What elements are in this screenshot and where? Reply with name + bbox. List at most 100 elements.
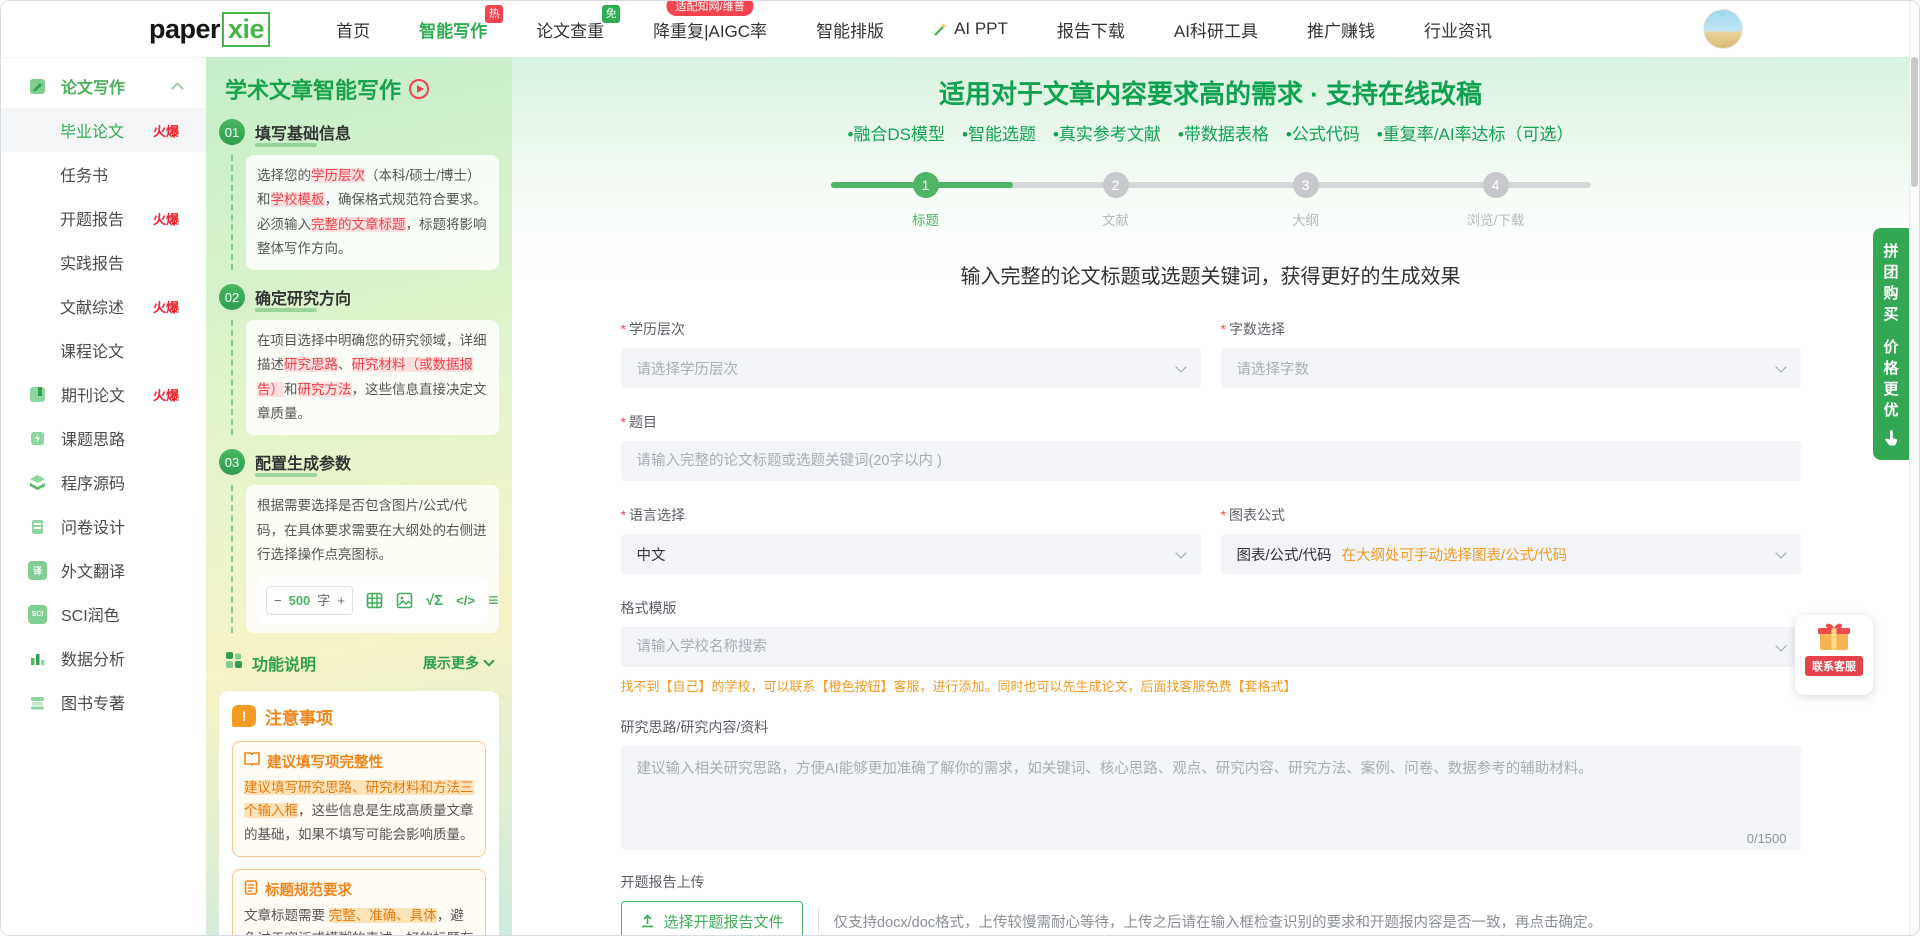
- journal-icon: [28, 385, 47, 404]
- hot-label: 火爆: [153, 123, 180, 139]
- nav-item-report-download[interactable]: 报告下载: [1057, 17, 1125, 42]
- chart-formula-label: * 图表公式: [1220, 507, 1285, 523]
- feature-bullets: •融合DS模型 •智能选题 •真实参考文献 •带数据表格 •公式代码 •重复率/…: [847, 125, 1574, 144]
- guide-step-3: 03 配置生成参数 根据需要选择是否包含图片/公式/代码，在具体要求需要在大纲处…: [219, 449, 499, 633]
- guide-panel: 学术文章智能写作 01 填写基础信息 选择您的学历层次（本科/硕士/博士）和学校…: [206, 57, 512, 935]
- notice-title: 注意事项: [265, 708, 333, 728]
- features-row: 功能说明 展示更多: [225, 651, 495, 675]
- upload-icon: [640, 913, 655, 929]
- logo-text-green: xie: [222, 11, 271, 47]
- progress-step-title[interactable]: 1 标题: [831, 172, 1021, 229]
- form-subtitle: 输入完整的论文标题或选题关键词，获得更好的生成效果: [960, 266, 1461, 288]
- research-label: 研究思路/研究内容/资料: [620, 719, 769, 735]
- upload-label: 开题报告上传: [620, 874, 705, 890]
- nav-item-ai-ppt[interactable]: AI PPT: [933, 17, 1008, 42]
- nav-item-plagiarism-check[interactable]: 论文查重 免: [536, 4, 621, 42]
- sidebar-item-course-paper[interactable]: 课程论文: [1, 328, 206, 372]
- layers-icon: [28, 473, 47, 492]
- sidebar-item-foreign-translation[interactable]: 译 外文翻译: [1, 548, 206, 592]
- word-count-stepper[interactable]: − 500 字 +: [266, 585, 353, 616]
- sidebar-item-proposal-report[interactable]: 开题报告 火爆: [1, 196, 206, 240]
- template-hint: 找不到【自己】的学校，可以联系【橙色按钮】客服，进行添加。同时也可以先生成论文，…: [620, 679, 1297, 694]
- language-select[interactable]: 中文: [620, 534, 1201, 574]
- notice-item-title-rules: 标题规范要求 文章标题需要 完整、准确、具体，避免过于宽泛或模糊的表述，好的标题…: [232, 868, 486, 935]
- sidebar-item-questionnaire[interactable]: 问卷设计: [1, 504, 206, 548]
- sidebar-item-sci-polish[interactable]: SCI SCI润色: [1, 592, 206, 636]
- sidebar-item-book-monograph[interactable]: 图书专著: [1, 680, 206, 724]
- book-icon: [244, 752, 260, 770]
- sidebar-item-source-code[interactable]: 程序源码: [1, 460, 206, 504]
- school-search-input[interactable]: [620, 627, 1801, 667]
- hot-label: 火爆: [153, 211, 180, 227]
- chevron-down-icon: [1774, 547, 1787, 559]
- logo[interactable]: paper xie: [149, 11, 271, 47]
- sidebar-item-journal-paper[interactable]: 期刊论文 火爆: [1, 372, 206, 416]
- nav-item-reduce-aigc[interactable]: 降重复|AIGC率 适配知网/维普: [653, 1, 767, 42]
- progress-step-literature[interactable]: 2 文献: [1021, 172, 1211, 229]
- file-icon: [244, 879, 258, 899]
- align-lines-icon[interactable]: ≡: [488, 584, 499, 616]
- step-number: 02: [219, 284, 245, 311]
- image-icon[interactable]: [396, 592, 413, 609]
- sidebar-item-literature-review[interactable]: 文献综述 火爆: [1, 284, 206, 328]
- hot-label: 火爆: [153, 387, 180, 403]
- table-icon[interactable]: [366, 592, 383, 609]
- nav-item-home[interactable]: 首页: [336, 17, 370, 42]
- nav-item-smart-writing[interactable]: 智能写作 热: [419, 4, 504, 42]
- formula-icon[interactable]: √Σ: [426, 587, 443, 614]
- chevron-down-icon: [1174, 547, 1187, 559]
- chevron-down-icon: [1174, 361, 1187, 373]
- play-video-icon[interactable]: [409, 79, 430, 99]
- group-buy-float-button[interactable]: 拼团购买 价格更优: [1873, 228, 1909, 460]
- generation-form: * 学历层次 请选择学历层次 * 字数选择 请选择字数 * 题目 请输入完整的论…: [620, 319, 1801, 935]
- main-menu: 首页 智能写作 热 论文查重 免 降重复|AIGC率 适配知网/维普 智能排版 …: [336, 1, 1492, 42]
- progress-step-outline[interactable]: 3 大纲: [1211, 172, 1401, 229]
- chevron-down-icon: [483, 654, 495, 667]
- user-avatar[interactable]: [1703, 9, 1743, 49]
- scrollbar-thumb[interactable]: [1911, 57, 1918, 187]
- sidebar-item-practice-report[interactable]: 实践报告: [1, 240, 206, 284]
- divider: [817, 909, 819, 933]
- word-count-select[interactable]: 请选择字数: [1220, 348, 1801, 388]
- sidebar-group-thesis-writing[interactable]: 论文写作: [1, 64, 206, 108]
- battery-bolt-icon: [28, 429, 47, 448]
- upload-proposal-button[interactable]: 选择开题报告文件: [620, 901, 803, 935]
- sidebar-item-task-book[interactable]: 任务书: [1, 152, 206, 196]
- nav-item-smart-typeset[interactable]: 智能排版: [816, 17, 884, 42]
- sidebar-item-graduation-thesis[interactable]: 毕业论文 火爆: [1, 108, 206, 152]
- chart-formula-select[interactable]: 图表/公式/代码 在大纲处可手动选择图表/公式/代码: [1220, 534, 1801, 574]
- step-title: 填写基础信息: [255, 120, 351, 147]
- nav-item-industry-news[interactable]: 行业资讯: [1424, 17, 1492, 42]
- top-navbar: paper xie 首页 智能写作 热 论文查重 免 降重复|AIGC率 适配知…: [1, 1, 1919, 57]
- upload-hint: 仅支持docx/doc格式，上传较慢需耐心等待，上传之后请在输入框检查识别的要求…: [833, 914, 1603, 931]
- education-select[interactable]: 请选择学历层次: [620, 348, 1201, 388]
- hot-label: 火爆: [153, 299, 180, 315]
- minus-icon[interactable]: −: [274, 589, 282, 612]
- sci-icon: SCI: [28, 604, 47, 624]
- chart-formula-hint: 在大纲处可手动选择图表/公式/代码: [1341, 547, 1568, 564]
- contact-support-float[interactable]: 联系客服: [1795, 615, 1873, 695]
- translate-icon: 译: [28, 560, 47, 580]
- code-icon[interactable]: </>: [456, 589, 475, 612]
- contact-support-label: 联系客服: [1805, 656, 1863, 676]
- sidebar-item-topic-ideas[interactable]: 课题思路: [1, 416, 206, 460]
- progress-step-download[interactable]: 4 浏览/下载: [1401, 172, 1591, 229]
- page-scrollbar[interactable]: [1909, 1, 1919, 935]
- sidebar-item-data-analysis[interactable]: 数据分析: [1, 636, 206, 680]
- step-description: 选择您的学历层次（本科/硕士/博士）和学校模板，确保格式规范符合要求。必须输入完…: [246, 155, 499, 271]
- chevron-up-icon: [171, 82, 184, 95]
- research-textarea[interactable]: [622, 748, 1799, 826]
- app-window: paper xie 首页 智能写作 热 论文查重 免 降重复|AIGC率 适配知…: [0, 0, 1920, 936]
- nav-item-promotion[interactable]: 推广赚钱: [1307, 17, 1375, 42]
- hot-badge: 热: [485, 4, 504, 23]
- nav-item-ai-research-tools[interactable]: AI科研工具: [1174, 17, 1258, 42]
- char-counter: 0/1500: [1746, 831, 1787, 846]
- step-number: 01: [219, 119, 245, 145]
- guide-step-2: 02 确定研究方向 在项目选择中明确您的研究领域，详细描述研究思路、研究材料（或…: [219, 284, 499, 436]
- notice-item-completeness: 建议填写项完整性 建议填写研究思路、研究材料和方法三个输入框，这些信息是生成高质…: [232, 740, 486, 857]
- language-label: * 语言选择: [620, 507, 685, 523]
- plus-icon[interactable]: +: [337, 589, 345, 612]
- topic-input[interactable]: [620, 441, 1801, 481]
- show-more-link[interactable]: 展示更多: [423, 653, 495, 673]
- chevron-down-icon: [1774, 361, 1787, 373]
